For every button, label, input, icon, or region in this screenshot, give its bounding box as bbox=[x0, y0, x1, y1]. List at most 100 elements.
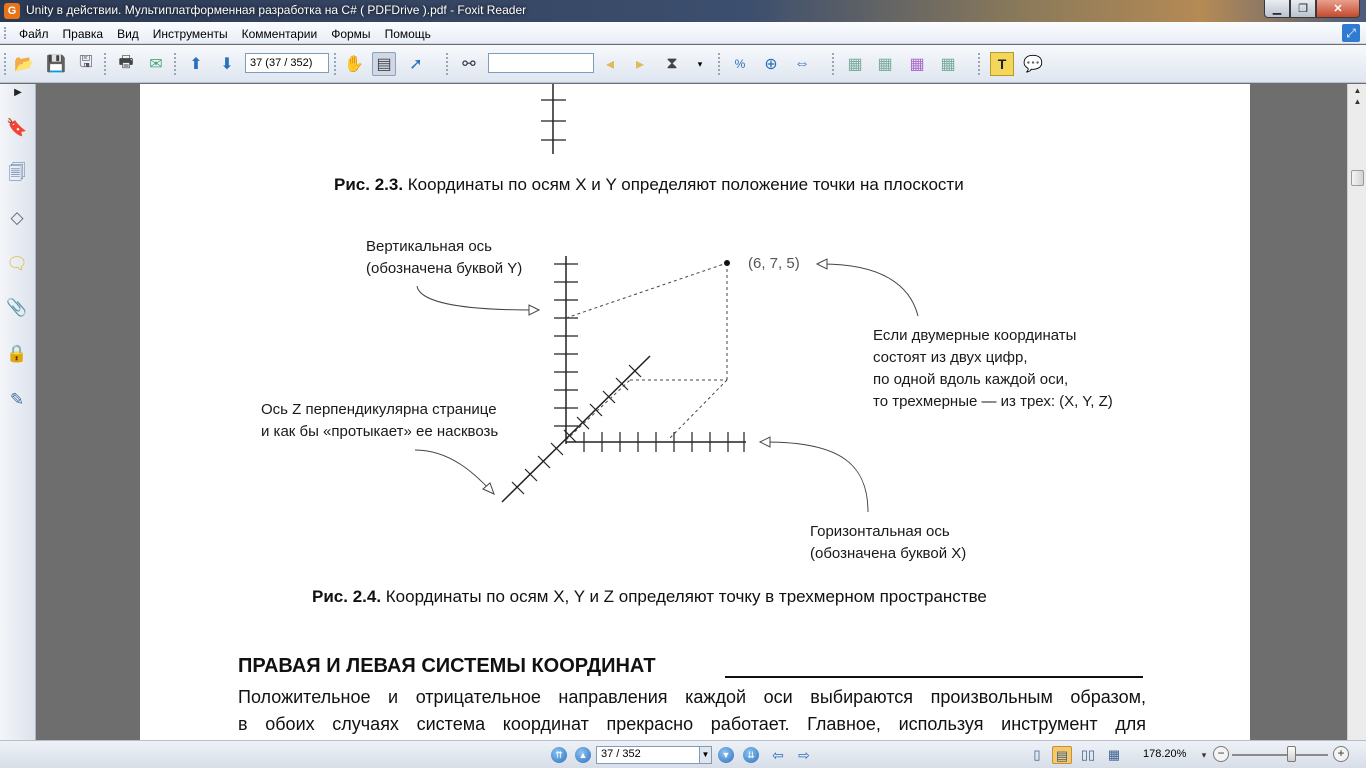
single-page-view-icon[interactable]: ▯ bbox=[1027, 746, 1047, 764]
menu-tools[interactable]: Инструменты bbox=[146, 25, 235, 43]
previous-page-icon[interactable]: ▲ bbox=[575, 747, 591, 763]
coordinates-explanation-annotation: Если двумерные координаты состоят из дву… bbox=[873, 325, 1113, 413]
y-axis-annotation-line: (обозначена буквой Y) bbox=[366, 260, 523, 277]
select-pointer-icon[interactable]: ➚ bbox=[404, 52, 428, 76]
pdf-create-icon[interactable]: ▦ bbox=[843, 52, 867, 76]
toolbar-separator bbox=[446, 53, 448, 75]
save-as-icon[interactable]: 🖫 bbox=[74, 52, 98, 76]
typewriter-icon[interactable]: T bbox=[990, 52, 1014, 76]
find-previous-icon[interactable]: ◂ bbox=[598, 52, 622, 76]
next-page-icon[interactable]: ⬇ bbox=[215, 52, 239, 76]
signatures-icon[interactable]: ✎ bbox=[6, 388, 28, 412]
x-axis-annotation: Горизонтальная ось (обозначена буквой X) bbox=[810, 521, 966, 565]
email-icon[interactable]: ✉ bbox=[144, 52, 168, 76]
menu-comments[interactable]: Комментарии bbox=[235, 25, 325, 43]
zoom-slider[interactable] bbox=[1232, 754, 1328, 756]
x-axis-annotation-line: (обозначена буквой X) bbox=[810, 545, 967, 562]
section-heading: ПРАВАЯ И ЛЕВАЯ СИСТЕМЫ КООРДИНАТ bbox=[238, 655, 656, 677]
window-controls: ▁ ❐ ✕ bbox=[1264, 0, 1360, 18]
pages-icon[interactable]: 🗐 bbox=[6, 162, 28, 186]
fit-page-icon[interactable]: ⊕ bbox=[759, 52, 783, 76]
find-options-icon[interactable]: ⧗ bbox=[660, 52, 684, 76]
comments-icon[interactable]: 🗨 bbox=[6, 252, 28, 276]
minimize-icon: ▁ bbox=[1272, 3, 1282, 15]
vertical-scrollbar[interactable]: ▲ ▲ bbox=[1347, 84, 1366, 740]
page-number-field[interactable] bbox=[245, 53, 329, 73]
pdf-convert-icon[interactable]: ▦ bbox=[873, 52, 897, 76]
zoom-slider-thumb[interactable] bbox=[1287, 746, 1296, 762]
select-text-icon[interactable]: ▤ bbox=[372, 52, 396, 76]
restore-icon: ❐ bbox=[1298, 3, 1308, 15]
pdf-page: Рис. 2.3. Координаты по осям X и Y опред… bbox=[140, 84, 1250, 740]
facing-view-icon[interactable]: ▯▯ bbox=[1078, 746, 1098, 764]
bookmarks-icon[interactable]: 🔖 bbox=[6, 116, 28, 140]
scrollbar-thumb[interactable] bbox=[1351, 170, 1364, 186]
menu-forms[interactable]: Формы bbox=[324, 25, 377, 43]
last-page-icon[interactable]: ⇊ bbox=[743, 747, 759, 763]
actual-size-icon[interactable]: % bbox=[728, 52, 752, 76]
window-title: Unity в действии. Мультиплатформенная ра… bbox=[26, 3, 527, 17]
y-axis-annotation: Вертикальная ось (обозначена буквой Y) bbox=[366, 236, 522, 280]
previous-page-icon[interactable]: ⬆ bbox=[184, 52, 208, 76]
menu-file[interactable]: Файл bbox=[12, 25, 56, 43]
find-next-icon[interactable]: ▸ bbox=[628, 52, 652, 76]
toolbar-separator bbox=[174, 53, 176, 75]
print-icon[interactable]: 🖶 bbox=[114, 52, 138, 76]
pdf-combine-icon[interactable]: ▦ bbox=[936, 52, 960, 76]
open-icon[interactable]: 📂 bbox=[12, 52, 36, 76]
binoculars-icon[interactable]: ⚯ bbox=[457, 52, 481, 76]
go-forward-icon[interactable]: ⇨ bbox=[796, 747, 812, 763]
close-button[interactable]: ✕ bbox=[1316, 0, 1360, 18]
go-back-icon[interactable]: ⇦ bbox=[770, 747, 786, 763]
expand-panel-icon[interactable]: ▶ bbox=[0, 84, 36, 102]
security-lock-icon[interactable]: 🔒 bbox=[6, 342, 28, 366]
zoom-level: 178.20% bbox=[1143, 748, 1187, 760]
document-viewport[interactable]: Рис. 2.3. Координаты по осям X и Y опред… bbox=[37, 84, 1347, 740]
menu-help[interactable]: Помощь bbox=[378, 25, 438, 43]
hand-tool-icon[interactable]: ✋ bbox=[342, 52, 366, 76]
status-bar: ⇈ ▲ 37 / 352 ▼ ▼ ⇊ ⇦ ⇨ ▯ ▤ ▯▯ ▦ 178.20% … bbox=[0, 740, 1366, 768]
explanation-line: то трехмерные — из трех: (X, Y, Z) bbox=[873, 393, 1113, 410]
z-axis-annotation: Ось Z перпендикулярна странице и как бы … bbox=[261, 399, 498, 443]
status-page-field[interactable]: 37 / 352 ▼ bbox=[596, 746, 712, 764]
zoom-dropdown-icon[interactable]: ▾ bbox=[1198, 746, 1210, 764]
toolbar-separator bbox=[334, 53, 336, 75]
save-icon[interactable]: 💾 bbox=[44, 52, 68, 76]
scroll-up-icon[interactable]: ▲ bbox=[1350, 95, 1365, 109]
menu-grip[interactable] bbox=[4, 27, 7, 39]
zoom-in-icon[interactable]: + bbox=[1333, 746, 1349, 762]
note-comment-icon[interactable]: 💬 bbox=[1021, 52, 1045, 76]
attachments-icon[interactable]: 📎 bbox=[6, 296, 28, 320]
x-axis-annotation-line: Горизонтальная ось bbox=[810, 523, 950, 540]
pdf-export-icon[interactable]: ▦ bbox=[905, 52, 929, 76]
menu-edit[interactable]: Правка bbox=[56, 25, 111, 43]
toolbar-separator bbox=[978, 53, 980, 75]
z-axis-annotation-line: Ось Z перпендикулярна странице bbox=[261, 401, 497, 418]
heading-underline bbox=[725, 676, 1143, 678]
explanation-line: состоят из двух цифр, bbox=[873, 349, 1028, 366]
fit-width-icon[interactable]: ⇔ bbox=[790, 52, 814, 76]
toolbar-separator bbox=[104, 53, 106, 75]
layers-icon[interactable]: ◇ bbox=[6, 206, 28, 230]
figure-2-4-text: Координаты по осям X, Y и Z определяют т… bbox=[381, 587, 987, 606]
find-input[interactable] bbox=[488, 53, 594, 73]
y-axis-annotation-line: Вертикальная ось bbox=[366, 238, 492, 255]
find-options-dropdown-icon[interactable]: ▾ bbox=[688, 52, 712, 76]
maximize-button[interactable]: ❐ bbox=[1290, 0, 1316, 18]
first-page-icon[interactable]: ⇈ bbox=[551, 747, 567, 763]
menu-bar: Файл Правка Вид Инструменты Комментарии … bbox=[0, 22, 1366, 44]
menu-view[interactable]: Вид bbox=[110, 25, 146, 43]
page-dropdown-icon[interactable]: ▼ bbox=[699, 747, 711, 763]
close-icon: ✕ bbox=[1333, 3, 1343, 15]
minimize-button[interactable]: ▁ bbox=[1264, 0, 1290, 18]
zoom-out-icon[interactable]: − bbox=[1213, 746, 1229, 762]
fullscreen-toggle-icon[interactable]: ⤢ bbox=[1342, 24, 1360, 42]
continuous-view-icon[interactable]: ▤ bbox=[1052, 746, 1072, 764]
figure-2-4-label: Рис. 2.4. bbox=[312, 587, 382, 606]
toolbar-grip[interactable] bbox=[4, 53, 6, 75]
continuous-facing-view-icon[interactable]: ▦ bbox=[1104, 746, 1124, 764]
point-coordinates-label: (6, 7, 5) bbox=[748, 255, 800, 272]
next-page-icon[interactable]: ▼ bbox=[718, 747, 734, 763]
title-bar: G Unity в действии. Мультиплатформенная … bbox=[0, 0, 1366, 22]
navigation-panel: ▶ 🔖 🗐 ◇ 🗨 📎 🔒 ✎ bbox=[0, 84, 36, 740]
